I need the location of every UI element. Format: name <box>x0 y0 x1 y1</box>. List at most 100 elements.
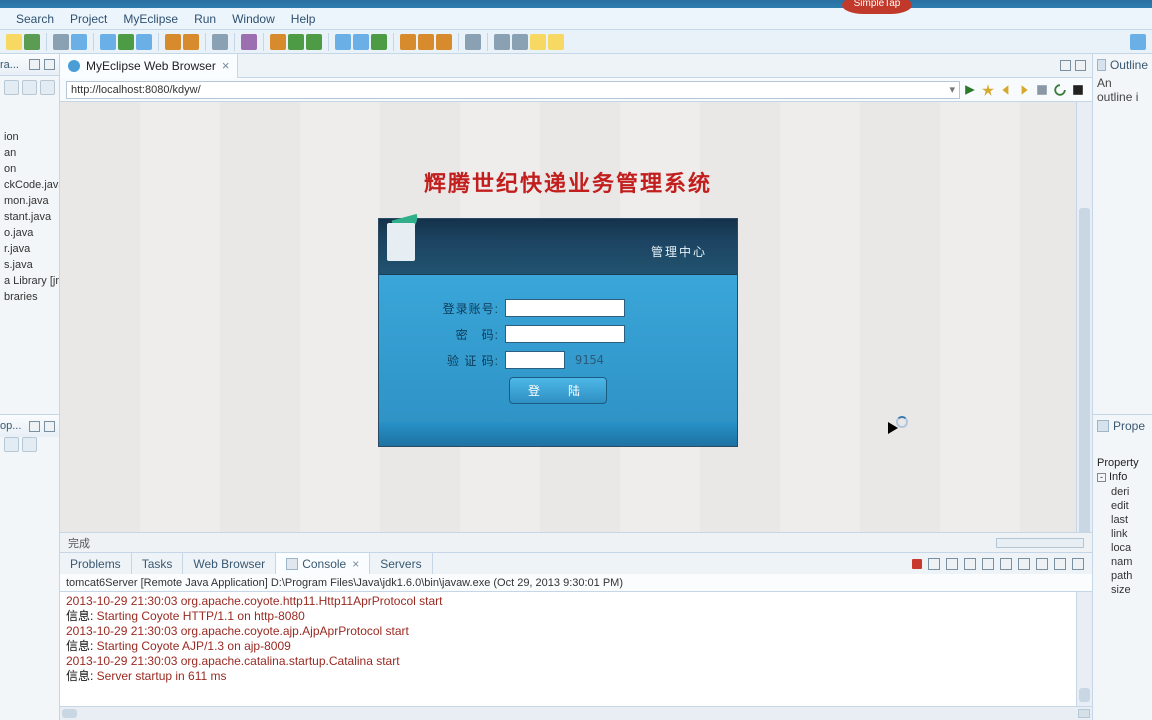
server-icon[interactable] <box>335 34 351 50</box>
scroll-lock-icon[interactable] <box>982 558 994 570</box>
run-icon[interactable] <box>288 34 304 50</box>
min-icon[interactable] <box>1054 558 1066 570</box>
file-item[interactable]: braries <box>0 289 59 305</box>
info-group[interactable]: -Info <box>1097 471 1148 483</box>
clear-icon[interactable] <box>964 558 976 570</box>
terminate-icon[interactable] <box>912 559 922 569</box>
property-item[interactable]: edit <box>1111 499 1148 513</box>
property-item[interactable]: deri <box>1111 485 1148 499</box>
console-output[interactable]: 2013-10-29 21:30:03 org.apache.coyote.ht… <box>60 592 1092 706</box>
tab-webbrowser[interactable]: Web Browser <box>183 553 276 575</box>
menu-icon[interactable] <box>40 80 55 95</box>
menu-help[interactable]: Help <box>283 12 324 26</box>
captcha-input[interactable] <box>505 351 565 369</box>
property-item[interactable]: path <box>1111 569 1148 583</box>
file-item[interactable]: ion <box>0 129 59 145</box>
go-button[interactable] <box>962 82 978 98</box>
minimize-icon[interactable] <box>29 421 40 432</box>
collapse-icon[interactable] <box>4 80 19 95</box>
forward-icon[interactable] <box>1016 82 1032 98</box>
back-icon[interactable] <box>998 82 1014 98</box>
scrollbar-vertical[interactable] <box>1076 102 1092 532</box>
file-item[interactable]: mon.java <box>0 193 59 209</box>
scrollbar-thumb[interactable] <box>1079 208 1090 532</box>
property-item[interactable]: nam <box>1111 555 1148 569</box>
maximize-icon[interactable] <box>44 421 55 432</box>
remove-icon[interactable] <box>928 558 940 570</box>
tab-problems[interactable]: Problems <box>60 553 132 575</box>
maximize-icon[interactable] <box>1075 60 1086 71</box>
property-item[interactable]: last <box>1111 513 1148 527</box>
scrollbar-vertical[interactable] <box>1076 592 1092 706</box>
bug-icon[interactable] <box>270 34 286 50</box>
favorite-icon[interactable] <box>980 82 996 98</box>
display-icon[interactable] <box>1018 558 1030 570</box>
camera-icon[interactable] <box>212 34 228 50</box>
browser-viewport[interactable]: 辉腾世纪快递业务管理系统 管理中心 登录账号: 密 码: <box>60 102 1092 532</box>
tab-web-browser[interactable]: MyEclipse Web Browser × <box>60 54 238 78</box>
open2-icon[interactable] <box>183 34 199 50</box>
menu-window[interactable]: Window <box>224 12 283 26</box>
color-icon[interactable] <box>1070 82 1086 98</box>
file-item[interactable]: s.java <box>0 257 59 273</box>
url-input[interactable]: http://localhost:8080/kdyw/ ▾ <box>66 81 960 99</box>
refresh-icon[interactable] <box>1052 82 1068 98</box>
max-icon[interactable] <box>1072 558 1084 570</box>
stop-icon[interactable] <box>1034 82 1050 98</box>
link-icon[interactable] <box>22 80 37 95</box>
property-item[interactable]: size <box>1111 583 1148 597</box>
dropdown-icon[interactable] <box>241 34 257 50</box>
deploy-icon[interactable] <box>353 34 369 50</box>
menu-project[interactable]: Project <box>62 12 115 26</box>
scroll-right-icon[interactable] <box>1078 709 1090 718</box>
close-icon[interactable]: × <box>222 58 230 73</box>
column-header[interactable]: Property <box>1097 457 1148 469</box>
menu-myeclipse[interactable]: MyEclipse <box>115 12 186 26</box>
file-item[interactable]: a Library [jre <box>0 273 59 289</box>
minimize-icon[interactable] <box>29 59 40 70</box>
open-console-icon[interactable] <box>1036 558 1048 570</box>
menu-run[interactable]: Run <box>186 12 224 26</box>
new-project-icon[interactable] <box>71 34 87 50</box>
tab-servers[interactable]: Servers <box>370 553 432 575</box>
file-item[interactable]: stant.java <box>0 209 59 225</box>
file-item[interactable]: on <box>0 161 59 177</box>
pin-icon[interactable] <box>1000 558 1012 570</box>
box-icon[interactable] <box>465 34 481 50</box>
tab-tasks[interactable]: Tasks <box>132 553 184 575</box>
scrollbar-thumb[interactable] <box>62 709 77 718</box>
login-button[interactable]: 登 陆 <box>509 377 607 404</box>
scrollbar-thumb[interactable] <box>1079 688 1090 702</box>
minimize-icon[interactable] <box>1060 60 1071 71</box>
chevron-down-icon[interactable]: ▾ <box>949 82 955 98</box>
perspective-icon[interactable] <box>1130 34 1146 50</box>
file-tree[interactable]: ion an on ckCode.java mon.java stant.jav… <box>0 99 59 305</box>
folder-icon[interactable] <box>400 34 416 50</box>
file-item[interactable]: an <box>0 145 59 161</box>
tree-toggle-icon[interactable]: - <box>1097 473 1106 482</box>
back-nav-icon[interactable] <box>530 34 546 50</box>
wizard-icon[interactable] <box>53 34 69 50</box>
maximize-icon[interactable] <box>44 59 55 70</box>
run-last-icon[interactable] <box>306 34 322 50</box>
fwd-nav-icon[interactable] <box>548 34 564 50</box>
folder3-icon[interactable] <box>436 34 452 50</box>
globe-icon[interactable] <box>136 34 152 50</box>
close-icon[interactable]: × <box>352 557 359 571</box>
scrollbar-horizontal[interactable] <box>60 706 1092 720</box>
file-item[interactable]: o.java <box>0 225 59 241</box>
remove-all-icon[interactable] <box>946 558 958 570</box>
menu-search[interactable]: Search <box>8 12 62 26</box>
class-icon[interactable] <box>118 34 134 50</box>
open-icon[interactable] <box>165 34 181 50</box>
property-item[interactable]: loca <box>1111 541 1148 555</box>
folder2-icon[interactable] <box>418 34 434 50</box>
file-item[interactable]: r.java <box>0 241 59 257</box>
icon2[interactable] <box>22 437 37 452</box>
tree2-icon[interactable] <box>512 34 528 50</box>
package-icon[interactable] <box>100 34 116 50</box>
tree-icon[interactable] <box>494 34 510 50</box>
new-icon[interactable] <box>6 34 22 50</box>
tab-console[interactable]: Console × <box>276 553 370 575</box>
icon1[interactable] <box>4 437 19 452</box>
